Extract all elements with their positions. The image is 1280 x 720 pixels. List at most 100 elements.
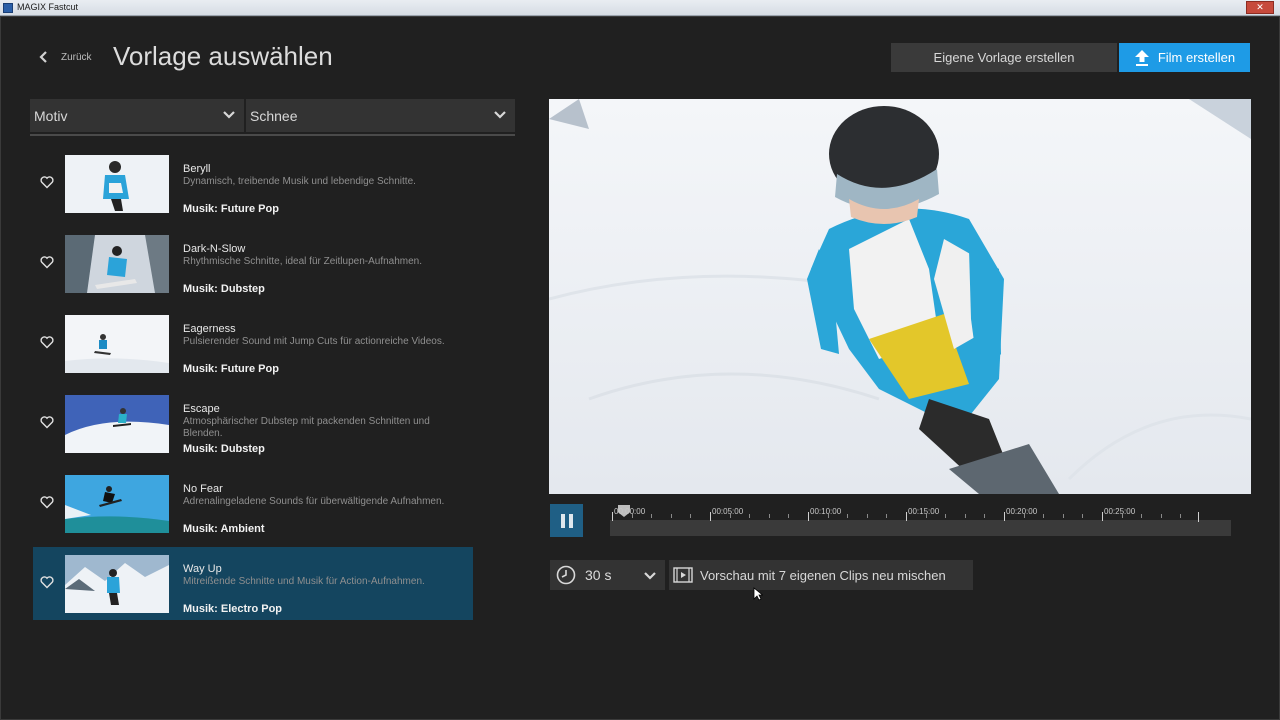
template-name: No Fear: [183, 483, 223, 495]
timeline-minor-tick: [768, 514, 770, 518]
timeline-minor-tick: [984, 514, 986, 518]
remix-label: Vorschau mit 7 eigenen Clips neu mischen: [700, 567, 946, 583]
template-thumbnail: [65, 395, 169, 453]
duration-dropdown[interactable]: 30 s: [550, 560, 665, 590]
mouse-cursor-icon: [753, 587, 763, 601]
window-titlebar: MAGIX Fastcut ✕: [0, 0, 1280, 16]
template-description: Atmosphärischer Dubstep mit packenden Sc…: [183, 416, 430, 439]
timeline-minor-tick: [1160, 514, 1162, 518]
page-title: Vorlage auswählen: [113, 41, 333, 71]
create-film-button[interactable]: Film erstellen: [1119, 43, 1250, 72]
template-name: Way Up: [183, 563, 222, 575]
timeline-major-tick: [612, 512, 613, 521]
template-name: Dark-N-Slow: [183, 243, 246, 255]
pause-button[interactable]: [550, 504, 583, 537]
heart-icon[interactable]: [40, 255, 54, 269]
template-item-escape[interactable]: Escape Atmosphärischer Dubstep mit packe…: [33, 387, 473, 460]
timeline-label: 00:10:00: [810, 507, 842, 516]
template-list: Beryll Dynamisch, treibende Musik und le…: [33, 147, 473, 627]
template-music: Musik: Dubstep: [183, 443, 265, 455]
template-music: Musik: Future Pop: [183, 363, 279, 375]
back-label: Zurück: [61, 51, 92, 63]
template-name: Escape: [183, 403, 220, 415]
template-description: Dynamisch, treibende Musik und lebendige…: [183, 176, 416, 187]
template-music: Musik: Future Pop: [183, 203, 279, 215]
filter-divider: [30, 134, 515, 136]
template-item-beryll[interactable]: Beryll Dynamisch, treibende Musik und le…: [33, 147, 473, 220]
timeline-minor-tick: [886, 514, 888, 518]
heart-icon[interactable]: [40, 415, 54, 429]
timeline-minor-tick: [925, 514, 927, 518]
chevron-down-icon: [494, 111, 506, 119]
own-template-button[interactable]: Eigene Vorlage erstellen: [891, 43, 1117, 72]
timeline-minor-tick: [1043, 514, 1045, 518]
template-item-way-up[interactable]: Way Up Mitreißende Schnitte und Musik fü…: [33, 547, 473, 620]
timeline-minor-tick: [1082, 514, 1084, 518]
template-thumbnail: [65, 235, 169, 293]
heart-icon[interactable]: [40, 175, 54, 189]
timeline-end-marker: [1198, 512, 1199, 522]
window-title: MAGIX Fastcut: [17, 2, 79, 12]
template-music: Musik: Electro Pop: [183, 603, 283, 615]
heart-icon[interactable]: [40, 335, 54, 349]
timeline-minor-tick: [729, 514, 731, 518]
template-item-dark-n-slow[interactable]: Dark-N-Slow Rhythmische Schnitte, ideal …: [33, 227, 473, 300]
duration-value: 30 s: [585, 567, 612, 583]
app-window: Zurück Vorlage auswählen Eigene Vorlage …: [0, 16, 1280, 720]
timeline-minor-tick: [631, 514, 633, 518]
timeline-minor-tick: [1141, 514, 1143, 518]
clock-icon: [556, 565, 576, 585]
timeline-minor-tick: [788, 514, 790, 518]
timeline-minor-tick: [670, 514, 672, 518]
timeline-minor-tick: [827, 514, 829, 518]
film-icon: [673, 567, 693, 583]
chevron-down-icon: [223, 111, 235, 119]
timeline-minor-tick: [964, 514, 966, 518]
remix-preview-button[interactable]: Vorschau mit 7 eigenen Clips neu mischen: [669, 560, 973, 590]
template-description: Adrenalingeladene Sounds für überwältige…: [183, 496, 445, 507]
template-thumbnail: [65, 155, 169, 213]
template-item-eagerness[interactable]: Eagerness Pulsierender Sound mit Jump Cu…: [33, 307, 473, 380]
timeline-label: 00:00:00: [614, 507, 646, 516]
create-film-label: Film erstellen: [1157, 50, 1236, 65]
template-item-no-fear[interactable]: No Fear Adrenalingeladene Sounds für übe…: [33, 467, 473, 540]
timeline-minor-tick: [1121, 514, 1123, 518]
timeline-minor-tick: [847, 514, 849, 518]
value-dropdown-value: Schnee: [250, 107, 298, 124]
pause-icon-bar: [560, 513, 565, 528]
timeline-minor-tick: [651, 514, 653, 518]
template-description: Mitreißende Schnitte und Musik für Actio…: [183, 576, 425, 587]
timeline-label: 00:20:00: [1006, 507, 1038, 516]
template-description: Rhythmische Schnitte, ideal für Zeitlupe…: [183, 256, 423, 267]
category-dropdown-value: Motiv: [34, 107, 68, 124]
timeline-minor-tick: [866, 514, 868, 518]
value-dropdown[interactable]: Schnee: [246, 99, 515, 132]
template-name: Beryll: [183, 163, 211, 175]
template-description: Pulsierender Sound mit Jump Cuts für act…: [183, 336, 445, 347]
timeline-major-tick: [1004, 512, 1005, 521]
template-thumbnail: [65, 315, 169, 373]
timeline-label: 00:25:00: [1104, 507, 1136, 516]
chevron-left-icon: [39, 51, 47, 63]
timeline-minor-tick: [945, 514, 947, 518]
timeline-track: [610, 520, 1231, 536]
template-music: Musik: Ambient: [183, 523, 265, 535]
heart-icon[interactable]: [40, 495, 54, 509]
back-button[interactable]: Zurück: [37, 50, 92, 64]
timeline-minor-tick: [1180, 514, 1182, 518]
category-dropdown[interactable]: Motiv: [30, 99, 244, 132]
timeline-major-tick: [906, 512, 907, 521]
template-name: Eagerness: [183, 323, 236, 335]
chevron-down-icon: [644, 572, 656, 580]
window-close-button[interactable]: ✕: [1246, 1, 1274, 14]
timeline-major-tick: [808, 512, 809, 521]
timeline-minor-tick: [1023, 514, 1025, 518]
upload-icon: [1134, 49, 1149, 66]
heart-icon[interactable]: [40, 575, 54, 589]
timeline-label: 00:15:00: [908, 507, 940, 516]
timeline-label: 00:05:00: [712, 507, 744, 516]
video-preview[interactable]: [549, 99, 1251, 494]
timeline-minor-tick: [1062, 514, 1064, 518]
template-music: Musik: Dubstep: [183, 283, 265, 295]
timeline-scrubber[interactable]: 00:00:00 00:05:00 00:10:00 00:15:00 00:20:00…: [610, 504, 1231, 537]
